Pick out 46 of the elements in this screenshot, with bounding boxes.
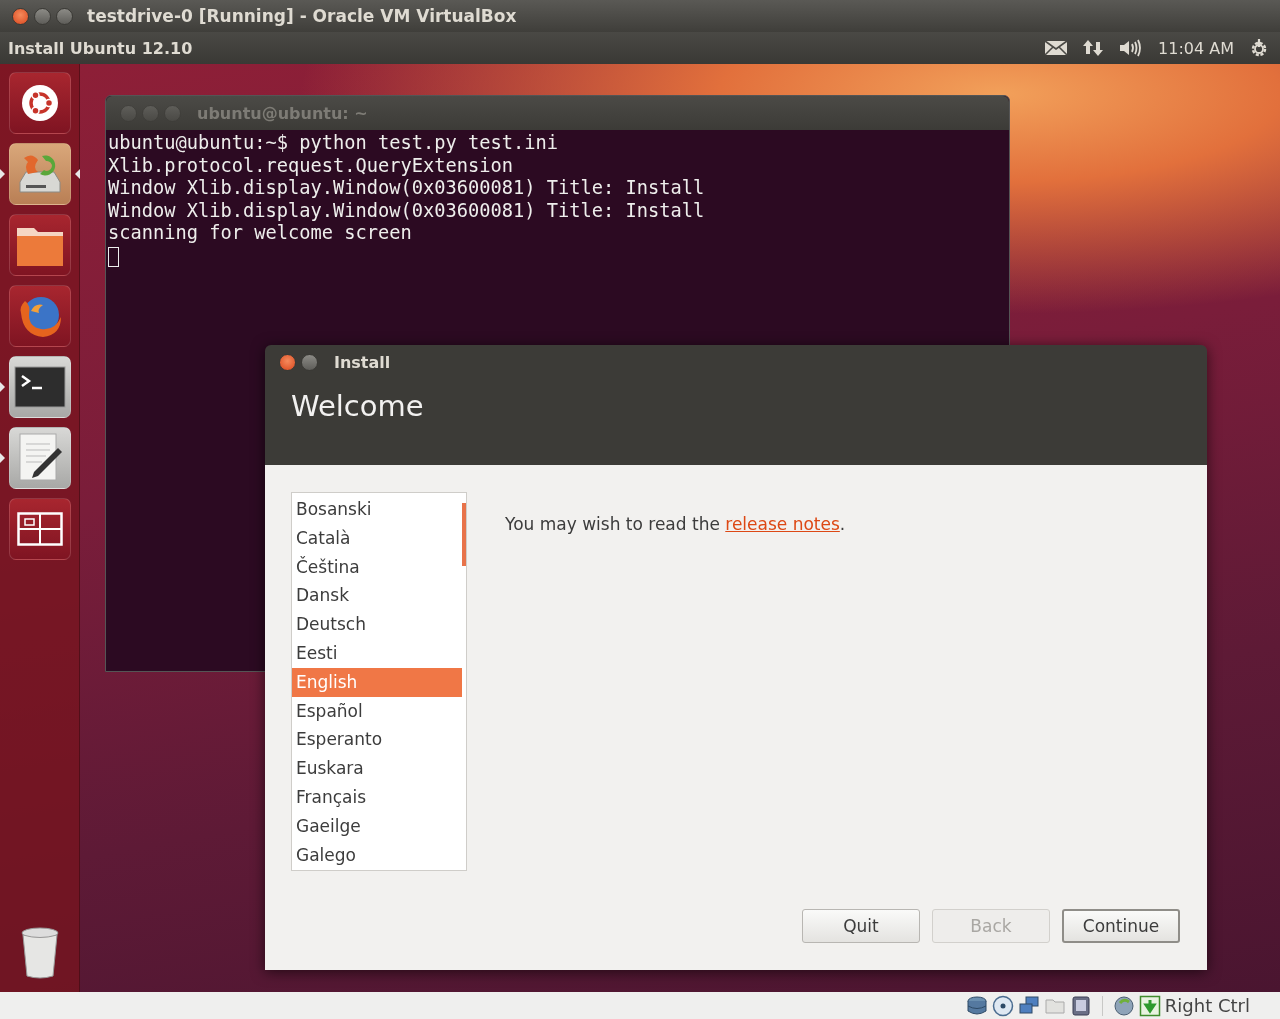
trash-can-icon <box>19 926 60 980</box>
screen-icon[interactable] <box>1069 994 1092 1017</box>
minimize-button[interactable] <box>301 353 318 371</box>
terminal-line: Window Xlib.display.Window(0x03600081) Title: Install <box>108 177 705 200</box>
language-item[interactable]: Bosanski <box>292 495 462 524</box>
terminal-line: Window Xlib.display.Window(0x03600081) Title: Install <box>108 199 705 223</box>
window-title: Install <box>334 352 391 372</box>
close-button[interactable] <box>279 353 296 371</box>
minimize-button[interactable] <box>34 7 51 25</box>
language-item[interactable]: Eesti <box>292 639 462 668</box>
hard-disk-icon[interactable] <box>965 994 988 1017</box>
terminal-line: ubuntu@ubuntu:~$ python test.py test.ini <box>108 132 559 155</box>
monitors-icon[interactable] <box>1017 994 1040 1017</box>
disc-icon[interactable] <box>991 994 1014 1017</box>
maximize-button[interactable] <box>56 7 73 25</box>
language-item[interactable]: Galego <box>292 840 462 870</box>
language-item[interactable]: Euskara <box>292 754 462 783</box>
app-title: Install Ubuntu 12.10 <box>8 38 193 58</box>
wizard-button[interactable]: Quit <box>802 909 920 943</box>
terminal-line: Xlib.protocol.request.QueryExtension <box>108 154 514 178</box>
language-item[interactable]: Deutsch <box>292 610 462 639</box>
language-item[interactable]: Gaeilge <box>292 811 462 841</box>
close-button[interactable] <box>12 7 29 25</box>
language-item[interactable]: Dansk <box>292 581 462 611</box>
page-heading: Welcome <box>290 388 424 423</box>
language-item[interactable]: Esperanto <box>292 725 462 755</box>
wizard-button[interactable]: Continue <box>1062 909 1180 943</box>
workspace-grid-icon <box>16 512 63 546</box>
launcher-item[interactable] <box>0 143 80 205</box>
window-title: ubuntu@ubuntu: ~ <box>197 103 368 123</box>
terminal-icon <box>13 366 66 408</box>
scrollbar-thumb[interactable] <box>462 503 466 566</box>
host-key-label: Right Ctrl <box>1164 995 1250 1016</box>
release-notes-link[interactable]: release notes <box>725 514 840 534</box>
language-item[interactable]: Español <box>292 696 462 726</box>
terminal-line: scanning for welcome screen <box>108 222 412 245</box>
language-item[interactable]: Català <box>292 523 462 553</box>
language-item[interactable]: Français <box>292 782 462 812</box>
envelope-icon[interactable] <box>1044 40 1069 56</box>
release-notes-message: You may wish to read the release notes. <box>505 514 846 534</box>
up-down-arrows-icon[interactable] <box>1082 38 1105 58</box>
language-list[interactable]: Bosanski Català Čeština Dansk Deutsch Eesti English Español Esperanto Euskara Français Gaeilge Galego <box>291 492 467 871</box>
language-item[interactable]: Čeština <box>292 552 462 582</box>
window-title: testdrive-0 [Running] - Oracle VM VirtualBox <box>87 6 517 26</box>
clock[interactable]: 11:04 AM <box>1158 38 1234 58</box>
text-cursor <box>108 246 119 267</box>
